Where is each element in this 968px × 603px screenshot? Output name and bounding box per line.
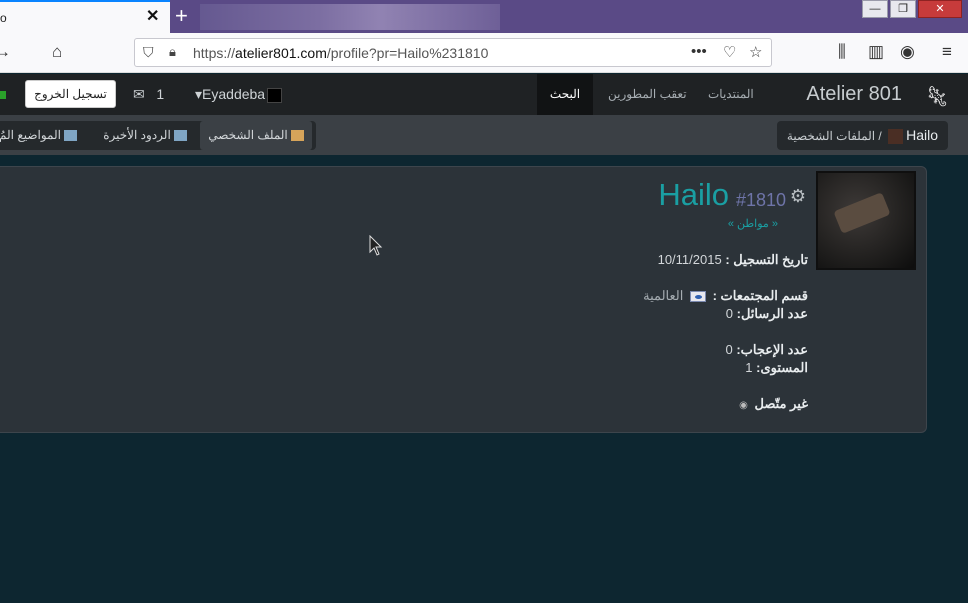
url-bar[interactable]: ⛉ 🔒︎ https://atelier801.com/profile?pr=H… (134, 38, 772, 67)
window-close-icon[interactable]: ✕ (918, 0, 962, 18)
bookmark-star-icon[interactable]: ☆ (749, 43, 762, 61)
more-actions-icon[interactable]: ••• (691, 43, 707, 60)
account-icon[interactable]: ◉ (900, 42, 915, 62)
community-flag-icon (689, 291, 706, 303)
browser-navbar: → ⌂ ⛉ 🔒︎ https://atelier801.com/profile?… (0, 33, 968, 73)
site-header: 🦎︎ Atelier 801 المنتديات تعقب المطورين ا… (0, 74, 968, 115)
community-row: قسم المجتمعات : العالمية (643, 288, 808, 303)
brand-logo-icon[interactable]: 🦎︎ (925, 84, 950, 109)
lock-icon[interactable]: 🔒︎ (169, 44, 176, 60)
brand-name[interactable]: Atelier 801 (806, 83, 902, 106)
tab-profile[interactable]: الملف الشخصي (200, 121, 312, 150)
library-icon[interactable]: ⫼ (838, 42, 846, 62)
menu-dev-tracker[interactable]: تعقب المطورين (608, 87, 687, 101)
likes-row: عدد الإعجاب: 0 (725, 342, 808, 357)
new-tab-icon[interactable]: + (175, 5, 188, 27)
profile-name: Hailo (658, 177, 729, 212)
shield-icon[interactable]: ⛉ (143, 44, 154, 61)
offline-status-icon: ◉ (739, 400, 748, 411)
messages-row: عدد الرسائل: 0 (725, 306, 808, 321)
profile-card: ⚙ #1810 Hailo « مواطن » تاريخ التسجيل : … (0, 166, 927, 433)
home-icon[interactable]: ⌂ (52, 42, 62, 62)
breadcrumb-section[interactable]: الملفات الشخصية / (787, 129, 882, 143)
profile-tag: #1810 (735, 190, 786, 210)
tab-close-icon[interactable]: ✕ (146, 9, 159, 25)
breadcrumb: الملفات الشخصية / Hailo (776, 121, 948, 150)
browser-tab-bar: o ✕ + — ❐ ✕ (0, 0, 968, 33)
tab-topics[interactable]: المواضيع المُ (0, 121, 90, 150)
sidebar-icon[interactable]: ▥ (868, 42, 884, 62)
user-dropdown[interactable]: ▾Eyaddeba (195, 86, 283, 103)
minimize-icon[interactable]: — (862, 0, 888, 18)
replies-tab-icon (173, 130, 187, 142)
registration-row: تاريخ التسجيل : 10/11/2015 (657, 252, 808, 267)
restore-icon[interactable]: ❐ (890, 0, 916, 18)
envelope-icon: ✉ (133, 86, 145, 102)
pocket-icon[interactable]: ♡ (723, 43, 736, 61)
tab-title: o (0, 11, 7, 25)
messages-link[interactable]: ✉ 1 (133, 86, 164, 103)
status-green-icon[interactable] (0, 91, 6, 99)
topics-tab-icon (63, 130, 77, 142)
window-controls: — ❐ ✕ (862, 0, 962, 20)
forward-icon[interactable]: → (0, 42, 11, 62)
browser-tab[interactable]: o ✕ (0, 0, 170, 33)
subnav-bar: الملفات الشخصية / Hailo الملف الشخصي الر… (0, 115, 968, 155)
menu-icon[interactable]: ≡ (942, 42, 952, 62)
breadcrumb-name[interactable]: Hailo (906, 127, 938, 143)
url-text[interactable]: https://atelier801.com/profile?pr=Hailo%… (193, 45, 488, 61)
logout-button[interactable]: تسجيل الخروج (25, 80, 116, 108)
mouse-cursor-icon (369, 235, 383, 256)
profile-tab-icon (290, 130, 304, 142)
tab-recent-replies[interactable]: الردود الأخيرة (92, 121, 198, 150)
menu-forums[interactable]: المنتديات (708, 87, 754, 101)
level-row: المستوى: 1 (745, 360, 808, 375)
breadcrumb-avatar (888, 129, 904, 145)
gear-icon[interactable]: ⚙ (790, 186, 806, 207)
user-avatar (267, 87, 283, 103)
profile-tabs: الملف الشخصي الردود الأخيرة المواضيع الم… (0, 121, 316, 150)
menu-search[interactable]: البحث (537, 74, 593, 115)
profile-title[interactable]: « مواطن » (728, 217, 778, 230)
profile-avatar (816, 171, 916, 270)
background-tabs[interactable] (200, 4, 500, 30)
status-row: غير متّصل ◉ (739, 396, 808, 411)
